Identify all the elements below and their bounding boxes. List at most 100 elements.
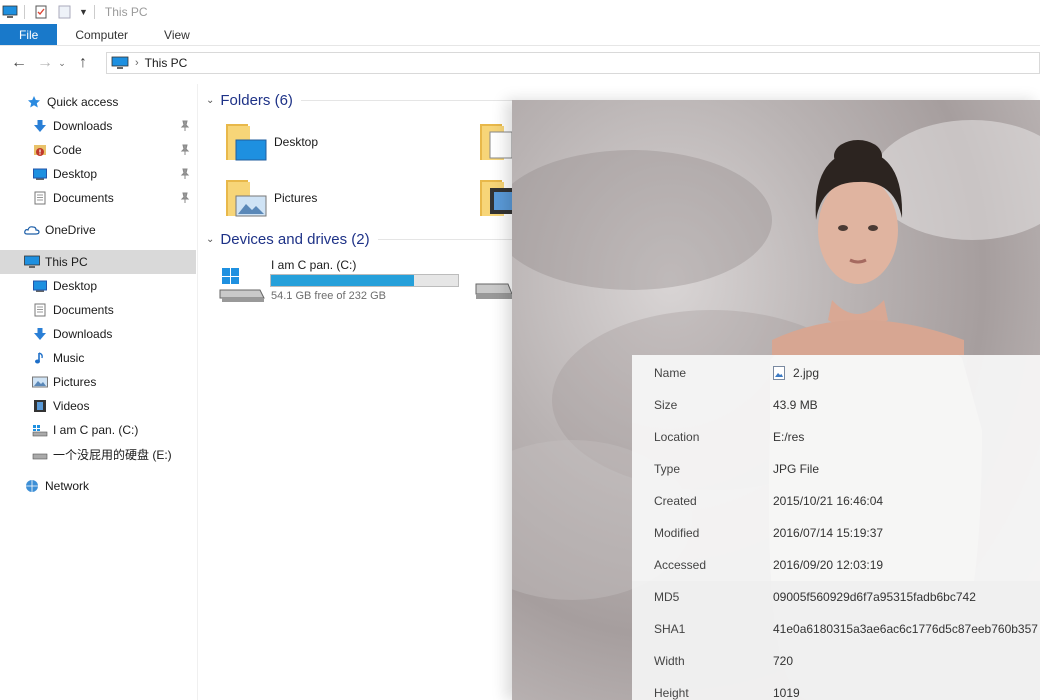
address-row: ← → ⌄ ↑ › This PC: [0, 50, 1040, 76]
sidebar-item-network[interactable]: Network: [0, 474, 196, 498]
sidebar-item-label: I am C pan. (C:): [53, 423, 139, 437]
sidebar-item-pc-desktop[interactable]: Desktop: [0, 274, 196, 298]
sidebar-item-label: OneDrive: [45, 223, 96, 237]
sidebar-item-pictures[interactable]: Pictures: [0, 370, 196, 394]
sidebar-item-quick-access[interactable]: Quick access: [0, 90, 196, 114]
info-value[interactable]: 09005f560929d6f7a95315fadb6bc742: [773, 590, 976, 604]
folder-tile-desktop[interactable]: Desktop: [224, 120, 318, 164]
back-arrow-icon[interactable]: ←: [8, 52, 30, 74]
sidebar-item-music[interactable]: Music: [0, 346, 196, 370]
code-folder-warning-icon: [32, 142, 48, 158]
windows-drive-icon: [219, 268, 265, 302]
sidebar-item-desktop[interactable]: Desktop: [0, 162, 196, 186]
sidebar-item-drive-e[interactable]: 一个没屁用的硬盘 (E:): [0, 442, 196, 466]
sidebar-item-label: Downloads: [53, 327, 113, 341]
info-value[interactable]: JPG File: [773, 462, 819, 476]
info-value[interactable]: 43.9 MB: [773, 398, 818, 412]
info-value-text: 43.9 MB: [773, 398, 818, 412]
breadcrumb-chevron-icon[interactable]: ›: [135, 57, 139, 69]
sidebar-item-drive-c[interactable]: I am C pan. (C:): [0, 418, 196, 442]
download-arrow-icon: [32, 118, 48, 134]
group-title: Devices and drives (2): [220, 231, 370, 248]
sidebar-item-documents[interactable]: Documents: [0, 186, 196, 210]
star-icon: [26, 94, 42, 110]
file-info-panel: Name 2.jpg Size 43.9 MB Location E:/res Type JP…: [632, 355, 1040, 700]
sidebar-item-label: Pictures: [53, 375, 97, 389]
sidebar-item-this-pc[interactable]: This PC: [0, 250, 196, 274]
quick-access-toolbar-dropdown-icon[interactable]: ▼: [79, 7, 88, 17]
pin-icon[interactable]: [180, 192, 190, 204]
breadcrumb-this-pc[interactable]: This PC: [145, 56, 188, 70]
info-value[interactable]: 2016/09/20 12:03:19: [773, 558, 883, 572]
hard-drive-icon: [32, 446, 48, 462]
info-label: Modified: [654, 526, 700, 540]
sidebar-item-label: Code: [53, 143, 82, 157]
info-value-text: 41e0a6180315a3ae6ac6c1776d5c87eeb760b357: [773, 622, 1038, 636]
hard-drive-icon[interactable]: [474, 276, 512, 304]
info-label: Accessed: [654, 558, 707, 572]
info-value-text: JPG File: [773, 462, 820, 476]
properties-icon[interactable]: [33, 5, 49, 19]
collapse-chevron-icon[interactable]: ⌄: [206, 234, 214, 245]
pin-icon[interactable]: [180, 168, 190, 180]
sidebar-item-pc-documents[interactable]: Documents: [0, 298, 196, 322]
info-value[interactable]: 2016/07/14 15:19:37: [773, 526, 883, 540]
folder-tile-pictures[interactable]: Pictures: [224, 176, 317, 220]
sidebar-item-label: Desktop: [53, 279, 98, 293]
pictures-icon: [32, 374, 48, 390]
folders-group-header[interactable]: ⌄ Folders (6): [206, 92, 512, 109]
pin-icon[interactable]: [180, 120, 190, 132]
divider: [24, 5, 25, 19]
drive-tile-c[interactable]: I am C pan. (C:) 54.1 GB free of 232 GB: [218, 258, 466, 308]
tab-view[interactable]: View: [146, 24, 208, 45]
collapse-chevron-icon[interactable]: ⌄: [206, 95, 214, 106]
sidebar-item-label: Quick access: [47, 95, 119, 109]
info-value-text: 2.jpg: [793, 366, 820, 380]
sidebar-item-code[interactable]: Code: [0, 138, 196, 162]
tab-computer[interactable]: Computer: [57, 24, 146, 45]
new-folder-icon[interactable]: [57, 5, 73, 19]
info-value[interactable]: 2.jpg: [773, 366, 819, 380]
info-value[interactable]: 41e0a6180315a3ae6ac6c1776d5c87eeb760b357: [773, 622, 1038, 636]
videos-folder-icon[interactable]: [478, 176, 512, 220]
drives-group-header[interactable]: ⌄ Devices and drives (2): [206, 231, 512, 248]
desktop-folder-icon: [226, 124, 267, 161]
download-arrow-icon: [32, 326, 48, 342]
sidebar-item-downloads[interactable]: Downloads: [0, 114, 196, 138]
drive-name: I am C pan. (C:): [271, 258, 357, 272]
tab-file[interactable]: File: [0, 24, 58, 45]
info-value[interactable]: E:/res: [773, 430, 804, 444]
info-row-created: Created 2015/10/21 16:46:04: [632, 485, 1040, 517]
desktop-icon: [32, 278, 48, 294]
info-label: Name: [654, 366, 687, 380]
up-arrow-icon[interactable]: ↑: [72, 52, 94, 74]
folder-label: Desktop: [274, 135, 319, 149]
info-value-text: 2016/07/14 15:19:37: [773, 526, 884, 540]
title-bar: ▼ This PC: [0, 0, 1040, 24]
pin-icon[interactable]: [180, 144, 190, 156]
sidebar-item-label: Documents: [53, 191, 114, 205]
sidebar-item-onedrive[interactable]: OneDrive: [0, 218, 196, 242]
sidebar-item-label: Network: [45, 479, 90, 493]
windows-drive-icon: [32, 422, 48, 438]
info-row-type: Type JPG File: [632, 453, 1040, 485]
documents-folder-icon[interactable]: [478, 120, 512, 164]
info-label: Size: [654, 398, 678, 412]
info-row-accessed: Accessed 2016/09/20 12:03:19: [632, 549, 1040, 581]
divider: [377, 239, 512, 240]
info-value[interactable]: 2015/10/21 16:46:04: [773, 494, 883, 508]
address-bar[interactable]: › This PC: [106, 52, 1040, 74]
sidebar-item-pc-downloads[interactable]: Downloads: [0, 322, 196, 346]
info-row-width: Width 720: [632, 645, 1040, 677]
info-value[interactable]: 1019: [773, 686, 800, 700]
info-value[interactable]: 720: [773, 654, 793, 668]
info-row-name: Name 2.jpg: [632, 357, 1040, 389]
this-pc-icon[interactable]: [2, 5, 18, 19]
info-value-text: 2016/09/20 12:03:19: [773, 558, 884, 572]
divider: [93, 5, 95, 19]
drive-usage-bar: [270, 274, 459, 287]
this-pc-icon: [111, 56, 129, 69]
sidebar-item-videos[interactable]: Videos: [0, 394, 196, 418]
recent-locations-chevron-icon[interactable]: ⌄: [56, 52, 68, 74]
forward-arrow-icon[interactable]: →: [34, 52, 56, 74]
